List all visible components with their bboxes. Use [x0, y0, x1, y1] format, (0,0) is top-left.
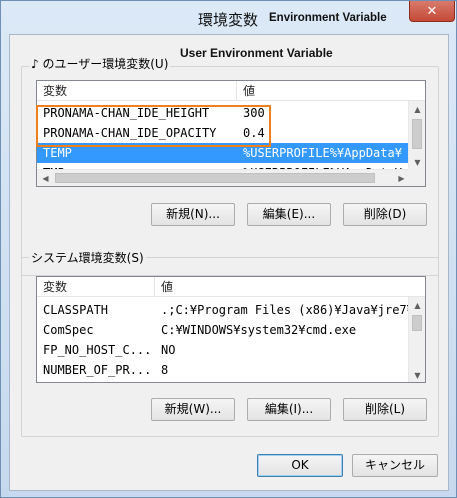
system-list-header: 変数 値: [37, 277, 425, 297]
user-variables-label: ♪ のユーザー環境変数(U): [29, 55, 171, 72]
cancel-button[interactable]: キャンセル: [352, 454, 438, 477]
user-list-horizontal-scrollbar[interactable]: ◀ ▶: [37, 169, 410, 186]
system-row-fp-no-host[interactable]: FP_NO_HOST_C... NO: [37, 340, 410, 360]
ok-button[interactable]: OK: [257, 454, 343, 477]
system-delete-button[interactable]: 削除(L): [343, 398, 427, 421]
variable-name: ComSpec: [43, 323, 94, 337]
variable-name: NUMBER_OF_PR...: [43, 363, 152, 377]
user-edit-button[interactable]: 編集(E)...: [247, 203, 331, 226]
system-variables-list[interactable]: 変数 値 CLASSPATH .;C:¥Program Files (x86)¥…: [36, 276, 426, 383]
user-column-value[interactable]: 値: [237, 81, 425, 101]
variable-name: CLASSPATH: [43, 303, 109, 317]
system-new-button[interactable]: 新規(W)...: [151, 398, 235, 421]
system-row-number-of-processors[interactable]: NUMBER_OF_PR... 8: [37, 360, 410, 380]
scrollbar-corner: [408, 169, 425, 186]
system-list-vertical-scrollbar[interactable]: ▲ ▼: [408, 297, 425, 382]
user-new-button[interactable]: 新規(N)...: [151, 203, 235, 226]
scroll-thumb[interactable]: [55, 173, 375, 183]
scroll-up-arrow-icon[interactable]: ▲: [409, 297, 425, 314]
system-column-value[interactable]: 値: [155, 277, 410, 297]
title-bar[interactable]: 環境変数 Environment Variable ✕: [1, 1, 456, 34]
window-title: 環境変数: [198, 11, 259, 29]
variable-value: NO: [161, 343, 176, 357]
scroll-thumb[interactable]: [412, 315, 422, 331]
close-button[interactable]: ✕: [409, 1, 455, 22]
variable-value: C:¥WINDOWS¥system32¥cmd.exe: [161, 323, 357, 337]
variable-value: 8: [161, 363, 169, 377]
system-variables-label: システム環境変数(S): [29, 249, 146, 266]
system-column-variable[interactable]: 変数: [37, 277, 155, 297]
variable-name: FP_NO_HOST_C...: [43, 343, 152, 357]
scroll-up-arrow-icon[interactable]: ▲: [409, 101, 425, 118]
close-icon: ✕: [426, 3, 438, 19]
highlight-box: [36, 105, 271, 147]
user-env-annotation: User Environment Variable: [180, 46, 333, 60]
dialog-client-area: User Environment Variable ♪ のユーザー環境変数(U)…: [9, 34, 449, 491]
scroll-left-arrow-icon[interactable]: ◀: [37, 170, 54, 186]
user-list-vertical-scrollbar[interactable]: ▲ ▼: [408, 101, 425, 171]
user-list-header: 変数 値: [37, 81, 425, 101]
system-row-classpath[interactable]: CLASSPATH .;C:¥Program Files (x86)¥Java¥…: [37, 300, 410, 320]
environment-variables-dialog: 環境変数 Environment Variable ✕ User Environ…: [0, 0, 457, 498]
window-title-annotation: Environment Variable: [269, 12, 387, 24]
user-delete-button[interactable]: 削除(D): [343, 203, 427, 226]
scroll-down-arrow-icon[interactable]: ▼: [409, 367, 425, 382]
scroll-thumb[interactable]: [412, 119, 422, 149]
variable-value: .;C:¥Program Files (x86)¥Java¥jre7¥lib..…: [161, 303, 410, 317]
user-column-variable[interactable]: 変数: [37, 81, 237, 101]
system-row-comspec[interactable]: ComSpec C:¥WINDOWS¥system32¥cmd.exe: [37, 320, 410, 340]
system-edit-button[interactable]: 編集(I)...: [247, 398, 331, 421]
